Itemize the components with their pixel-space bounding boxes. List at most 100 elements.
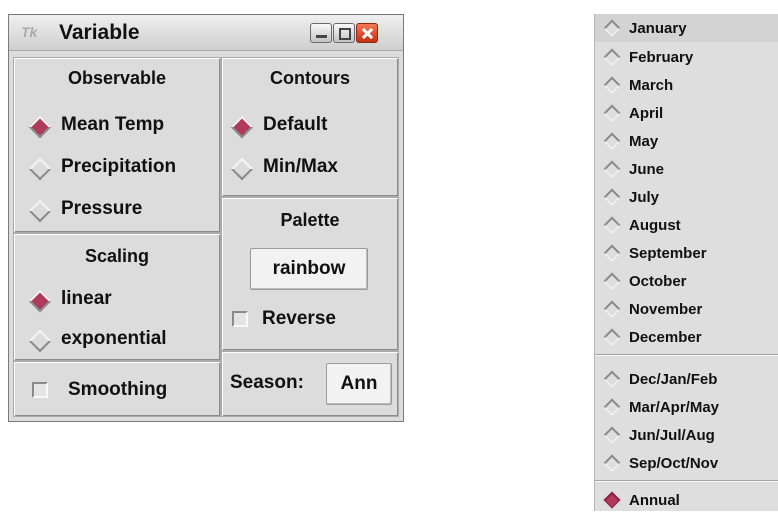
menu-item-february[interactable]: February	[603, 45, 693, 69]
menu-item-label: May	[629, 132, 659, 150]
contours-panel: Contours Default Min/Max	[221, 57, 399, 197]
menu-item-label: Sep/Oct/Nov	[629, 454, 719, 472]
menu-radio-icon	[603, 402, 619, 412]
minimize-icon[interactable]	[310, 23, 332, 43]
menu-radio-icon	[603, 430, 619, 440]
close-icon[interactable]	[356, 23, 378, 43]
title-bar[interactable]: Tk Variable	[9, 15, 403, 51]
palette-panel: Palette rainbow Reverse	[221, 197, 399, 351]
season-menu: January February March April May June Ju…	[594, 14, 778, 511]
menu-item-january[interactable]: January	[595, 14, 778, 42]
radio-selected-icon	[30, 117, 47, 134]
radio-unselected-icon	[30, 201, 47, 218]
menu-radio-icon	[603, 192, 619, 202]
radio-unselected-icon	[232, 159, 249, 176]
menu-radio-icon	[603, 136, 619, 146]
menu-radio-icon	[603, 108, 619, 118]
tk-feather-icon: Tk	[21, 24, 38, 40]
maximize-icon[interactable]	[333, 23, 355, 43]
menu-item-label: Jun/Jul/Aug	[629, 426, 715, 444]
menu-item-july[interactable]: July	[603, 185, 659, 209]
radio-label: linear	[61, 288, 112, 309]
menu-separator	[595, 354, 778, 356]
menu-item-dec-jan-feb[interactable]: Dec/Jan/Feb	[603, 367, 717, 391]
observable-header: Observable	[67, 68, 167, 88]
season-label: Season:	[230, 372, 304, 393]
smoothing-checkbox[interactable]: Smoothing	[32, 375, 167, 405]
menu-item-label: August	[629, 216, 681, 234]
menu-item-november[interactable]: November	[603, 297, 702, 321]
menu-separator	[595, 480, 778, 482]
checkbox-label: Reverse	[262, 308, 336, 329]
checkbox-icon	[232, 311, 248, 327]
menu-item-april[interactable]: April	[603, 101, 663, 125]
palette-header: Palette	[280, 210, 340, 230]
radio-unselected-icon	[30, 331, 47, 348]
menu-item-label: September	[629, 244, 707, 262]
menu-item-december[interactable]: December	[603, 325, 702, 349]
radio-exponential[interactable]: exponential	[30, 324, 167, 354]
menu-radio-icon	[603, 332, 619, 342]
observable-panel: Observable Mean Temp Precipitation Press…	[13, 57, 221, 233]
radio-label: Min/Max	[263, 156, 338, 177]
menu-item-september[interactable]: September	[603, 241, 707, 265]
menu-radio-icon	[603, 248, 619, 258]
smoothing-panel: Smoothing	[13, 361, 221, 417]
menu-radio-icon	[603, 374, 619, 384]
scaling-panel: Scaling linear exponential	[13, 233, 221, 361]
menu-radio-icon	[603, 220, 619, 230]
menu-item-august[interactable]: August	[603, 213, 681, 237]
season-panel: Season: Ann	[221, 351, 399, 417]
menu-item-label: Dec/Jan/Feb	[629, 370, 718, 388]
menu-item-mar-apr-may[interactable]: Mar/Apr/May	[603, 395, 719, 419]
menu-item-label: March	[629, 76, 674, 94]
season-menu-button[interactable]: Ann	[326, 363, 392, 405]
menu-item-label: October	[629, 272, 687, 290]
radio-min-max[interactable]: Min/Max	[232, 152, 338, 182]
window-title: Variable	[59, 21, 140, 44]
menu-item-label: Annual	[629, 491, 680, 509]
radio-label: exponential	[61, 328, 167, 349]
radio-precipitation[interactable]: Precipitation	[30, 152, 176, 182]
radio-selected-icon	[232, 117, 249, 134]
radio-default[interactable]: Default	[232, 110, 327, 140]
menu-radio-icon	[603, 458, 619, 468]
palette-button[interactable]: rainbow	[250, 248, 368, 290]
menu-radio-icon	[603, 80, 619, 90]
radio-unselected-icon	[30, 159, 47, 176]
menu-radio-icon	[603, 52, 619, 62]
scaling-header: Scaling	[84, 246, 150, 266]
radio-label: Precipitation	[61, 156, 177, 177]
menu-item-sep-oct-nov[interactable]: Sep/Oct/Nov	[603, 451, 718, 475]
radio-linear[interactable]: linear	[30, 284, 112, 314]
menu-item-label: December	[629, 328, 702, 346]
menu-radio-icon	[603, 276, 619, 286]
menu-item-march[interactable]: March	[603, 73, 673, 97]
radio-label: Pressure	[61, 198, 143, 219]
menu-item-may[interactable]: May	[603, 129, 658, 153]
radio-label: Mean Temp	[61, 114, 165, 135]
menu-item-june[interactable]: June	[603, 157, 664, 181]
menu-radio-icon	[603, 304, 619, 314]
menu-radio-selected-icon	[603, 495, 619, 505]
menu-radio-icon	[603, 164, 619, 174]
radio-selected-icon	[30, 291, 47, 308]
menu-item-label: April	[629, 104, 664, 122]
radio-pressure[interactable]: Pressure	[30, 194, 142, 224]
contours-header: Contours	[270, 68, 350, 88]
menu-item-label: June	[629, 160, 665, 178]
menu-item-label: November	[629, 300, 703, 318]
menu-item-label: February	[629, 48, 694, 66]
checkbox-icon	[32, 382, 48, 398]
checkbox-label: Smoothing	[68, 379, 168, 400]
menu-item-label: Mar/Apr/May	[629, 398, 720, 416]
menu-radio-icon	[603, 23, 619, 33]
menu-item-annual[interactable]: Annual	[603, 488, 680, 512]
menu-item-label: January	[629, 19, 687, 37]
menu-item-label: July	[629, 188, 660, 206]
menu-item-jun-jul-aug[interactable]: Jun/Jul/Aug	[603, 423, 715, 447]
variable-window: Tk Variable Observable Mean Temp Precipi…	[8, 14, 404, 422]
radio-mean-temp[interactable]: Mean Temp	[30, 110, 164, 140]
reverse-checkbox[interactable]: Reverse	[232, 304, 336, 334]
menu-item-october[interactable]: October	[603, 269, 687, 293]
